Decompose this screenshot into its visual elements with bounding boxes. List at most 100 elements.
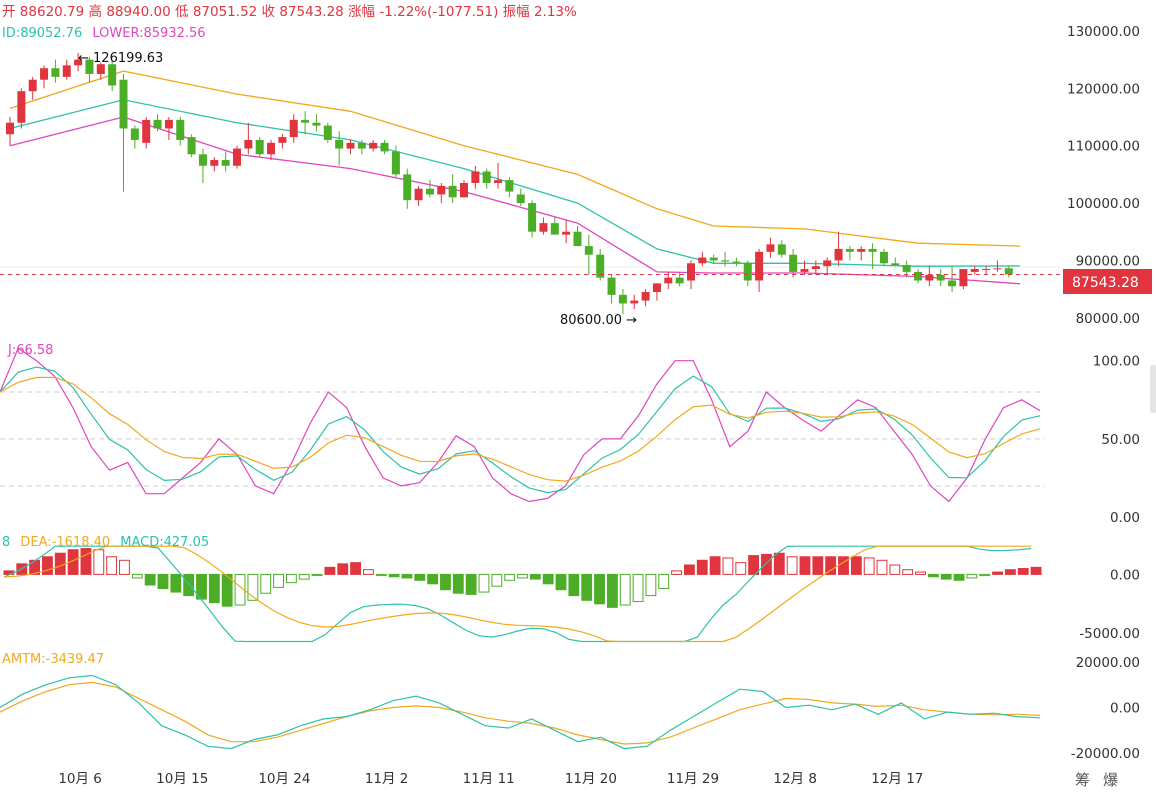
candle-body xyxy=(210,160,219,166)
candle-body xyxy=(641,291,650,301)
macd-histogram-bar xyxy=(170,573,182,593)
kdj-axis-label: 100.00 xyxy=(1093,354,1140,370)
candle-body xyxy=(675,277,684,284)
price-axis-label: 90000.00 xyxy=(1076,253,1140,269)
macd-histogram-bar xyxy=(388,573,400,578)
candle-body xyxy=(664,277,673,284)
macd-histogram-bar xyxy=(863,557,875,575)
price-axis-label: 80000.00 xyxy=(1076,311,1140,327)
mtm-axis-label: -20000.00 xyxy=(1071,746,1140,762)
candle-body xyxy=(176,119,185,140)
macd-histogram-bar xyxy=(311,573,323,577)
macd-histogram-bar xyxy=(645,573,657,597)
macd-legend: 8 DEA:-1618.40 MACD:427.05 xyxy=(2,535,209,550)
candle-body xyxy=(732,261,741,263)
macd-histogram-bar xyxy=(850,556,862,575)
candle-body xyxy=(380,142,389,152)
candle-body xyxy=(482,171,491,183)
candle-body xyxy=(164,119,173,129)
date-axis-label: 10月 6 xyxy=(58,771,102,787)
macd-histogram-bar xyxy=(440,573,451,591)
svg-text:87543.28: 87543.28 xyxy=(1072,275,1139,291)
macd-histogram-bar xyxy=(773,552,785,575)
candle-body xyxy=(993,268,1002,270)
candle-body xyxy=(346,142,355,149)
macd-histogram-bar xyxy=(568,573,580,597)
candle-body xyxy=(925,274,934,281)
mtm-legend: AMTM:-3439.47 xyxy=(2,652,104,667)
chip-button[interactable]: 筹 xyxy=(1075,771,1090,789)
candle-body xyxy=(766,244,775,252)
candle-body xyxy=(970,269,979,272)
macd-histogram-bar xyxy=(517,573,528,579)
boll-upper-line xyxy=(9,70,1021,247)
candle-body xyxy=(800,269,809,272)
date-axis-label: 10月 24 xyxy=(258,771,310,787)
candle-body xyxy=(777,244,786,255)
candle-body xyxy=(505,180,514,192)
candle-body xyxy=(618,294,627,304)
candle-body xyxy=(709,257,718,261)
macd-histogram-bar xyxy=(478,573,490,593)
macd-histogram-bar xyxy=(889,564,901,575)
candle-body xyxy=(902,265,911,272)
boll-lower-line xyxy=(9,116,1021,285)
macd-histogram-bar xyxy=(375,573,387,577)
macd-histogram-bar xyxy=(491,573,503,587)
macd-histogram-bar xyxy=(1004,569,1016,575)
macd-histogram-bar xyxy=(93,549,105,575)
macd-histogram-bar xyxy=(658,573,670,590)
macd-histogram-bar xyxy=(761,553,772,575)
candle-body xyxy=(982,269,991,271)
macd-histogram-bar xyxy=(414,573,426,581)
candle-body xyxy=(652,283,661,292)
macd-histogram-bar xyxy=(632,573,644,602)
macd-histogram-bar xyxy=(119,559,130,575)
price-tag: 87543.28 xyxy=(1063,269,1152,294)
candle-body xyxy=(687,263,695,281)
macd-histogram-bar xyxy=(452,573,464,594)
candle-body xyxy=(142,119,151,143)
candle-body xyxy=(528,203,537,232)
macd-histogram-bar xyxy=(966,573,978,579)
low-annotation: 80600.00 → xyxy=(560,313,637,328)
candle-body xyxy=(198,154,207,166)
candle-body xyxy=(369,142,378,149)
macd-histogram-bar xyxy=(363,569,374,575)
macd-histogram-bar xyxy=(54,552,66,575)
candle-body xyxy=(301,119,310,123)
candle-body xyxy=(936,274,945,281)
macd-histogram-bar xyxy=(260,573,272,594)
candle-body xyxy=(857,248,866,252)
macd-histogram-bar xyxy=(953,573,965,581)
candle-body xyxy=(550,223,559,235)
candle-body xyxy=(323,125,332,140)
candle-body xyxy=(130,128,139,140)
date-axis-label: 11月 2 xyxy=(365,771,409,787)
macd-histogram-bar xyxy=(812,556,824,575)
macd-histogram-bar xyxy=(825,556,837,575)
candle-body xyxy=(40,68,49,80)
macd-histogram-bar xyxy=(298,573,310,580)
macd-histogram-bar xyxy=(183,573,195,597)
macd-histogram-bar xyxy=(555,573,567,591)
macd-histogram-bar xyxy=(285,573,297,584)
date-axis-label: 12月 8 xyxy=(773,771,817,787)
mtm-axis-label: 0.00 xyxy=(1110,701,1140,717)
price-axis-label: 120000.00 xyxy=(1067,81,1140,97)
macd-histogram-bar xyxy=(324,566,336,575)
date-axis-label: 11月 11 xyxy=(463,771,515,787)
liquidation-button[interactable]: 爆 xyxy=(1103,771,1118,789)
candle-body xyxy=(914,271,922,281)
date-axis-label: 10月 15 xyxy=(156,771,208,787)
candle-body xyxy=(51,68,60,77)
candle-body xyxy=(460,182,468,198)
macd-histogram-bar xyxy=(594,573,605,605)
candle-body xyxy=(391,151,400,175)
trading-chart[interactable]: 130000.00 120000.00 110000.00 100000.00 9000… xyxy=(0,0,1156,793)
macd-histogram-bar xyxy=(337,563,349,575)
macd-histogram-bar xyxy=(542,573,554,585)
candle-body xyxy=(108,64,117,86)
panel-collapse-handle[interactable] xyxy=(1150,365,1156,413)
price-axis-label: 130000.00 xyxy=(1067,24,1140,40)
